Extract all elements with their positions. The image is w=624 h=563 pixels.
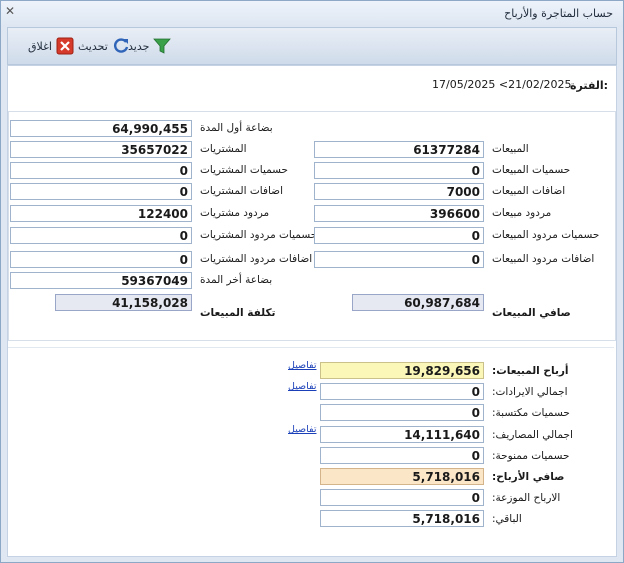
closing-stock-label: بضاعة أخر المدة [200, 274, 273, 286]
title-bar: ✕ حساب المتاجرة والأرباح [1, 1, 623, 27]
sales-discounts-field[interactable]: 0 [314, 162, 484, 179]
sales-return-additions-field[interactable]: 0 [314, 251, 484, 268]
net-sales-field: 60,987,684 [352, 294, 484, 311]
total-revenue-label: اجمالي الايرادات: [492, 386, 568, 398]
cost-of-sales-label: تكلفة المبيعات [200, 307, 276, 319]
sales-return-discounts-field[interactable]: 0 [314, 227, 484, 244]
period-label: الفترة: [570, 79, 609, 92]
revenue-details-link[interactable]: تفاصيل [288, 381, 316, 392]
remaining-label: الباقي: [492, 513, 522, 525]
closing-stock-field[interactable]: 59367049 [10, 272, 192, 289]
purchase-returns-field[interactable]: 122400 [10, 205, 192, 222]
distributed-profit-label: الارباح الموزعة: [492, 492, 561, 504]
sales-additions-label: اضافات المبيعات [492, 185, 566, 197]
sales-returns-field[interactable]: 396600 [314, 205, 484, 222]
sales-return-additions-label: اضافات مردود المبيعات [492, 253, 595, 265]
refresh-button[interactable]: تحديث [78, 36, 130, 56]
sales-profit-field: 19,829,656 [320, 362, 484, 379]
remaining-field: 5,718,016 [320, 510, 484, 527]
net-sales-label: صافي المبيعات [492, 307, 571, 319]
period-value: 17/05/2025 <21/02/2025 [432, 78, 572, 91]
cost-of-sales-field: 41,158,028 [55, 294, 192, 311]
purchase-additions-field[interactable]: 0 [10, 183, 192, 200]
filter-icon [153, 38, 172, 54]
purchase-return-additions-label: اضافات مردود المشتريات [200, 253, 313, 265]
close-icon [56, 37, 74, 55]
window-close-icon[interactable]: ✕ [5, 4, 15, 18]
sales-additions-field[interactable]: 7000 [314, 183, 484, 200]
new-button[interactable]: جديد [128, 36, 172, 56]
purchase-discounts-field[interactable]: 0 [10, 162, 192, 179]
total-expenses-label: اجمالي المصاريف: [492, 429, 573, 441]
sales-return-discounts-label: حسميات مردود المبيعات [492, 229, 600, 241]
refresh-icon [113, 38, 128, 53]
earned-discounts-label: حسميات مكتسبة: [492, 407, 570, 419]
net-profit-label: صافي الأرباح: [492, 471, 565, 483]
sales-discounts-label: حسميات المبيعات [492, 164, 571, 176]
purchase-additions-label: اضافات المشتريات [200, 185, 283, 197]
purchase-discounts-label: حسميات المشتريات [200, 164, 289, 176]
total-revenue-field[interactable]: 0 [320, 383, 484, 400]
purchases-label: المشتريات [200, 143, 247, 155]
purchases-field[interactable]: 35657022 [10, 141, 192, 158]
purchase-return-discounts-field[interactable]: 0 [10, 227, 192, 244]
granted-discounts-field[interactable]: 0 [320, 447, 484, 464]
granted-discounts-label: حسميات ممنوحة: [492, 450, 570, 462]
distributed-profit-field[interactable]: 0 [320, 489, 484, 506]
sales-profit-label: أرباح المبيعات: [492, 365, 569, 377]
purchase-return-additions-field[interactable]: 0 [10, 251, 192, 268]
purchase-returns-label: مردود مشتريات [200, 207, 270, 219]
total-expenses-field[interactable]: 14,111,640 [320, 426, 484, 443]
refresh-button-label: تحديث [78, 39, 108, 53]
sales-field[interactable]: 61377284 [314, 141, 484, 158]
new-button-label: جديد [128, 39, 150, 53]
window-title: حساب المتاجرة والأرباح [504, 7, 613, 20]
expenses-details-link[interactable]: تفاصيل [288, 424, 316, 435]
close-button[interactable]: اغلاق [28, 36, 74, 56]
sales-profit-details-link[interactable]: تفاصيل [288, 360, 316, 371]
sales-returns-label: مردود مبيعات [492, 207, 552, 219]
close-button-label: اغلاق [28, 39, 52, 53]
net-profit-field: 5,718,016 [320, 468, 484, 485]
sales-label: المبيعات [492, 143, 529, 155]
opening-stock-label: بضاعة أول المدة [200, 122, 273, 134]
opening-stock-field[interactable]: 64,990,455 [10, 120, 192, 137]
toolbar: جديد تحديث اغلاق [7, 27, 617, 65]
purchase-return-discounts-label: حسميات مردود المشتريات [200, 229, 318, 241]
earned-discounts-field[interactable]: 0 [320, 404, 484, 421]
